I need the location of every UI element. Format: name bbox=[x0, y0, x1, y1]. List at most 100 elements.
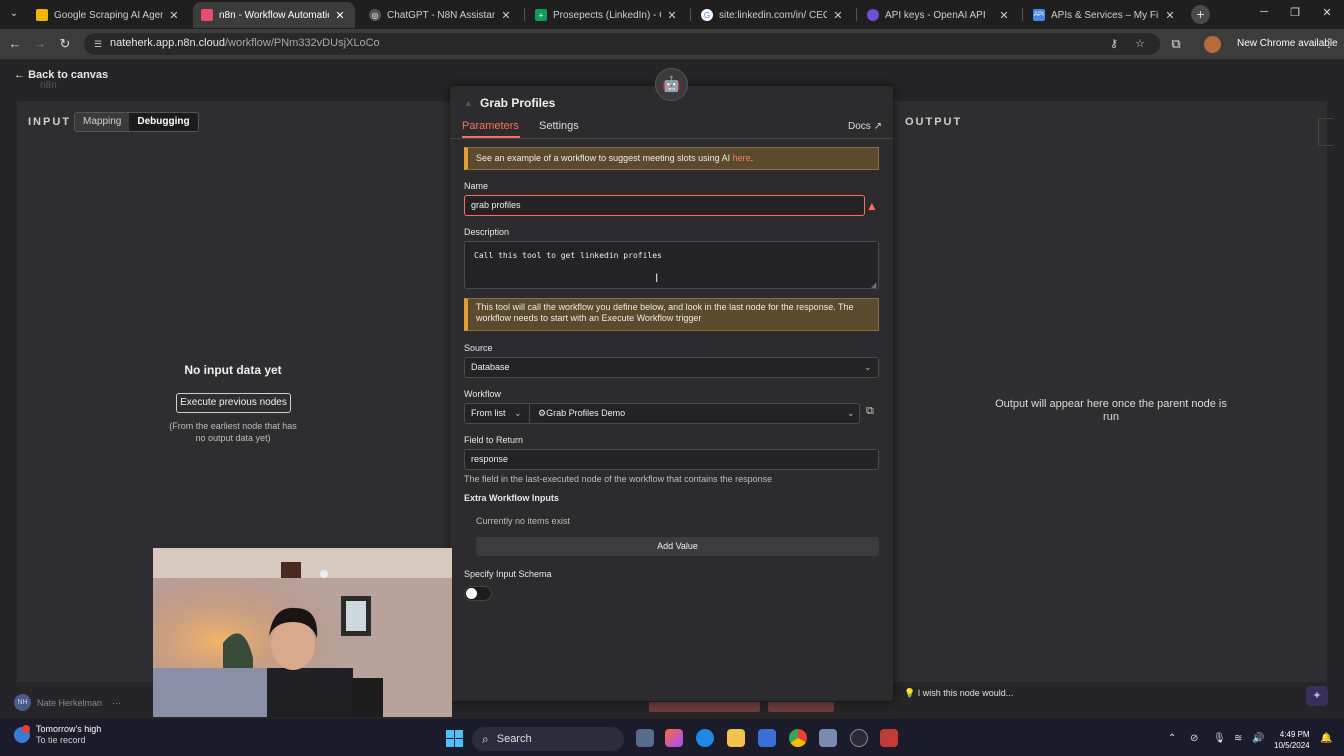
browser-tab-active[interactable]: n8n - Workflow Automation ✕ bbox=[193, 2, 355, 28]
browser-tab[interactable]: ◎ ChatGPT - N8N Assistant (By N ✕ bbox=[361, 2, 521, 28]
browser-tab[interactable]: API keys - OpenAI API ✕ bbox=[859, 2, 1019, 28]
volume-icon[interactable]: 🔊 bbox=[1252, 733, 1264, 744]
output-panel-handle[interactable] bbox=[1318, 118, 1333, 146]
workflow-select[interactable]: ⚙Grab Profiles Demo bbox=[529, 403, 860, 424]
name-input[interactable]: grab profiles bbox=[464, 195, 865, 216]
favicon-icon bbox=[201, 9, 213, 21]
back-to-canvas-link[interactable]: ← Back to canvas bbox=[14, 69, 108, 81]
extensions-puzzle-icon[interactable]: ⧉ bbox=[1168, 36, 1184, 52]
windows-start-icon[interactable] bbox=[446, 730, 463, 747]
chrome-icon[interactable] bbox=[789, 729, 807, 747]
tab-divider bbox=[856, 8, 857, 21]
chrome-menu-icon[interactable]: ⋮ bbox=[1323, 36, 1335, 50]
new-tab-plus-icon[interactable]: + bbox=[1191, 5, 1210, 24]
tab-title: Google Scraping AI Agent - Go bbox=[54, 9, 163, 21]
open-workflow-external-icon[interactable]: ⧉ bbox=[866, 405, 874, 418]
tab-search-chevron-icon[interactable]: ⌄ bbox=[4, 5, 24, 23]
browser-tab[interactable]: API APIs & Services – My First Proje ✕ bbox=[1025, 2, 1185, 28]
description-textarea[interactable]: Call this tool to get linkedin profiles bbox=[464, 241, 879, 289]
feedback-link[interactable]: 💡 I wish this node would... bbox=[904, 688, 1013, 699]
wifi-icon[interactable]: ≋ bbox=[1234, 733, 1242, 744]
weather-widget[interactable]: Tomorrow's high To tie record bbox=[14, 724, 101, 746]
notice-text: See an example of a workflow to suggest … bbox=[476, 153, 733, 163]
tool-info-notice: This tool will call the workflow you def… bbox=[464, 298, 879, 331]
tabs-divider bbox=[450, 138, 893, 139]
tab-title: APIs & Services – My First Proje bbox=[1051, 9, 1159, 21]
close-tab-icon[interactable]: ✕ bbox=[167, 9, 181, 22]
app-icon[interactable] bbox=[850, 729, 868, 747]
microphone-icon[interactable]: 🎙 bbox=[1213, 733, 1226, 744]
node-title[interactable]: Grab Profiles bbox=[480, 96, 555, 110]
user-profile[interactable]: NH Nate Herkelman ··· bbox=[14, 694, 121, 711]
browser-tab[interactable]: G site:linkedin.com/in/ CEOreal e ✕ bbox=[693, 2, 853, 28]
field-to-return-label: Field to Return bbox=[464, 435, 524, 445]
tab-divider bbox=[690, 8, 691, 21]
store-icon[interactable] bbox=[758, 729, 776, 747]
tab-title: Prosepects (LinkedIn) - Google bbox=[553, 9, 661, 21]
user-name: Nate Herkelman bbox=[37, 697, 103, 708]
ghost-button bbox=[768, 702, 834, 712]
site-info-icon[interactable]: ☰ bbox=[92, 38, 104, 50]
copilot-icon[interactable] bbox=[665, 729, 683, 747]
no-input-title: No input data yet bbox=[184, 363, 282, 377]
resize-handle-icon[interactable]: ◢ bbox=[871, 281, 876, 289]
debugging-tab[interactable]: Debugging bbox=[129, 113, 198, 131]
tab-divider bbox=[524, 8, 525, 21]
docs-label: Docs bbox=[848, 121, 871, 132]
workflow-label: Workflow bbox=[464, 389, 501, 399]
more-dots-icon[interactable]: ··· bbox=[112, 698, 121, 708]
task-view-icon[interactable] bbox=[636, 729, 654, 747]
file-explorer-icon[interactable] bbox=[727, 729, 745, 747]
minimize-icon[interactable]: ─ bbox=[1254, 6, 1274, 18]
bookmark-star-icon[interactable]: ☆ bbox=[1135, 37, 1145, 50]
browser-tab[interactable]: Google Scraping AI Agent - Go ✕ bbox=[28, 2, 189, 28]
notice-link[interactable]: here bbox=[733, 153, 751, 163]
close-tab-icon[interactable]: ✕ bbox=[665, 9, 679, 22]
taskbar-clock[interactable]: 4:49 PM 10/5/2024 bbox=[1274, 729, 1310, 751]
workflow-value: Grab Profiles Demo bbox=[546, 408, 626, 418]
password-key-icon[interactable]: ⚷ bbox=[1110, 37, 1118, 50]
favicon-icon bbox=[867, 9, 879, 21]
network-off-icon[interactable]: ⊘ bbox=[1190, 733, 1198, 744]
tray-chevron-icon[interactable]: ⌃ bbox=[1168, 733, 1176, 744]
notifications-bell-icon[interactable]: 🔔 bbox=[1320, 733, 1332, 744]
search-icon: ⌕ bbox=[482, 731, 489, 746]
favicon-icon bbox=[36, 9, 48, 21]
input-schema-toggle[interactable] bbox=[464, 586, 492, 601]
close-tab-icon[interactable]: ✕ bbox=[831, 9, 845, 22]
taskbar-search-label: Search bbox=[496, 733, 532, 745]
edge-icon[interactable] bbox=[696, 729, 714, 747]
browser-tab[interactable]: + Prosepects (LinkedIn) - Google ✕ bbox=[527, 2, 687, 28]
execute-previous-nodes-button[interactable]: Execute previous nodes bbox=[176, 393, 291, 413]
close-tab-icon[interactable]: ✕ bbox=[499, 9, 513, 22]
taskbar-search[interactable]: ⌕ Search bbox=[472, 727, 624, 751]
omnibox[interactable]: ☰ nateherk.app.n8n.cloud/workflow/PNm332… bbox=[84, 33, 1160, 55]
address-bar-row: ← → ↻ ☰ nateherk.app.n8n.cloud/workflow/… bbox=[0, 29, 1344, 59]
close-tab-icon[interactable]: ✕ bbox=[1163, 9, 1177, 22]
toggle-knob bbox=[466, 588, 477, 599]
docs-link[interactable]: Docs ↗ bbox=[848, 121, 882, 132]
source-select[interactable]: Database bbox=[464, 357, 879, 378]
close-window-icon[interactable]: ✕ bbox=[1317, 6, 1337, 19]
extra-inputs-label: Extra Workflow Inputs bbox=[464, 493, 559, 503]
notice-end: . bbox=[750, 153, 754, 163]
close-tab-icon[interactable]: ✕ bbox=[333, 9, 347, 22]
tab-title: site:linkedin.com/in/ CEOreal e bbox=[719, 9, 827, 21]
add-value-button[interactable]: Add Value bbox=[476, 537, 879, 556]
restore-icon[interactable]: ❐ bbox=[1285, 6, 1305, 19]
ai-assistant-sparkle-icon[interactable]: ✦ bbox=[1306, 686, 1328, 706]
tab-settings[interactable]: Settings bbox=[539, 120, 579, 132]
back-arrow-icon[interactable]: ← bbox=[7, 36, 23, 52]
close-tab-icon[interactable]: ✕ bbox=[997, 9, 1011, 22]
forward-arrow-icon[interactable]: → bbox=[32, 36, 48, 52]
feedback-label: I wish this node would... bbox=[917, 688, 1014, 698]
profile-avatar[interactable] bbox=[1204, 36, 1221, 53]
mapping-tab[interactable]: Mapping bbox=[75, 113, 130, 131]
example-notice: See an example of a workflow to suggest … bbox=[464, 147, 879, 170]
camera-icon[interactable] bbox=[819, 729, 837, 747]
reload-icon[interactable]: ↻ bbox=[57, 36, 73, 52]
field-to-return-input[interactable]: response bbox=[464, 449, 879, 470]
tab-parameters[interactable]: Parameters bbox=[462, 120, 519, 132]
recorder-icon[interactable] bbox=[880, 729, 898, 747]
text-cursor-icon: I bbox=[655, 271, 659, 285]
